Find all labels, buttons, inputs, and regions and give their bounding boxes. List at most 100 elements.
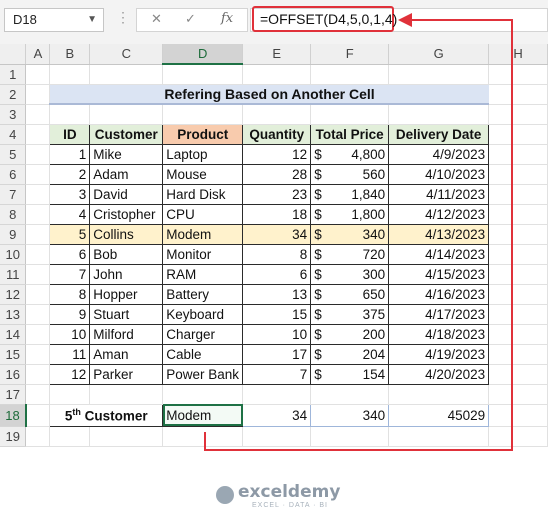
cell-a18[interactable] [25, 404, 51, 427]
cell-a19[interactable] [25, 426, 51, 447]
table-delivery-date[interactable]: 4/10/2023 [388, 163, 490, 185]
cancel-icon[interactable]: ✕ [151, 11, 162, 27]
row-header-12[interactable]: 12 [0, 284, 27, 305]
row-header-19[interactable]: 19 [0, 426, 27, 447]
table-product[interactable]: Battery [162, 283, 244, 305]
cell-a15[interactable] [25, 344, 51, 365]
cell-h17[interactable] [488, 384, 548, 405]
table-total-price[interactable]: $560 [310, 163, 390, 185]
table-delivery-date[interactable]: 4/19/2023 [388, 343, 490, 365]
table-product[interactable]: Power Bank [162, 363, 244, 385]
table-delivery-date[interactable]: 4/11/2023 [388, 183, 490, 205]
cell-d3[interactable] [162, 104, 244, 125]
table-quantity[interactable]: 18 [242, 203, 312, 225]
table-total-price[interactable]: $154 [310, 363, 390, 385]
enter-icon[interactable]: ✓ [185, 11, 196, 27]
row-header-8[interactable]: 8 [0, 204, 27, 225]
table-id[interactable]: 4 [49, 203, 91, 225]
table-customer[interactable]: Mike [89, 143, 164, 165]
table-quantity[interactable]: 12 [242, 143, 312, 165]
result-date-cell[interactable]: 45029 [388, 403, 490, 427]
table-quantity[interactable]: 10 [242, 323, 312, 345]
column-header-a[interactable]: A [25, 44, 51, 65]
cell-h4[interactable] [488, 124, 548, 145]
table-product[interactable]: Keyboard [162, 303, 244, 325]
column-header-b[interactable]: B [49, 44, 91, 65]
cell-f19[interactable] [310, 426, 390, 447]
cell-a14[interactable] [25, 324, 51, 345]
cell-a2[interactable] [25, 84, 51, 105]
table-customer[interactable]: David [89, 183, 164, 205]
table-product[interactable]: Mouse [162, 163, 244, 185]
cell-d1[interactable] [162, 64, 244, 85]
table-delivery-date[interactable]: 4/16/2023 [388, 283, 490, 305]
table-quantity[interactable]: 13 [242, 283, 312, 305]
row-header-13[interactable]: 13 [0, 304, 27, 325]
cell-a17[interactable] [25, 384, 51, 405]
cell-a1[interactable] [25, 64, 51, 85]
table-delivery-date[interactable]: 4/15/2023 [388, 263, 490, 285]
cell-g3[interactable] [388, 104, 490, 125]
table-quantity[interactable]: 6 [242, 263, 312, 285]
table-id[interactable]: 2 [49, 163, 91, 185]
cell-e19[interactable] [242, 426, 312, 447]
row-header-9[interactable]: 9 [0, 224, 27, 245]
cell-c3[interactable] [89, 104, 164, 125]
table-quantity[interactable]: 15 [242, 303, 312, 325]
table-id[interactable]: 11 [49, 343, 91, 365]
row-header-15[interactable]: 15 [0, 344, 27, 365]
cell-h3[interactable] [488, 104, 548, 125]
cell-a7[interactable] [25, 184, 51, 205]
result-price-cell[interactable]: 340 [310, 403, 390, 427]
column-header-g[interactable]: G [388, 44, 490, 65]
row-header-2[interactable]: 2 [0, 84, 27, 105]
cell-g19[interactable] [388, 426, 490, 447]
table-id[interactable]: 5 [49, 223, 91, 245]
table-total-price[interactable]: $720 [310, 243, 390, 265]
insert-function-icon[interactable]: fx [221, 11, 233, 26]
cell-h12[interactable] [488, 284, 548, 305]
table-customer[interactable]: Cristopher [89, 203, 164, 225]
column-header-d[interactable]: D [162, 44, 244, 65]
table-quantity[interactable]: 8 [242, 243, 312, 265]
cell-h16[interactable] [488, 364, 548, 385]
table-customer[interactable]: Collins [89, 223, 164, 245]
cell-a13[interactable] [25, 304, 51, 325]
column-header-f[interactable]: F [310, 44, 390, 65]
cell-g1[interactable] [388, 64, 490, 85]
cell-c1[interactable] [89, 64, 164, 85]
table-total-price[interactable]: $200 [310, 323, 390, 345]
name-box[interactable]: D18 ▼ [4, 8, 104, 32]
cell-f17[interactable] [310, 384, 390, 405]
cell-a5[interactable] [25, 144, 51, 165]
cell-h5[interactable] [488, 144, 548, 165]
table-delivery-date[interactable]: 4/12/2023 [388, 203, 490, 225]
table-total-price[interactable]: $300 [310, 263, 390, 285]
cell-h8[interactable] [488, 204, 548, 225]
table-customer[interactable]: Parker [89, 363, 164, 385]
cell-b3[interactable] [49, 104, 91, 125]
column-header-h[interactable]: H [488, 44, 548, 65]
cell-g17[interactable] [388, 384, 490, 405]
column-header-c[interactable]: C [89, 44, 164, 65]
cell-a9[interactable] [25, 224, 51, 245]
row-header-16[interactable]: 16 [0, 364, 27, 385]
cell-a6[interactable] [25, 164, 51, 185]
table-customer[interactable]: Aman [89, 343, 164, 365]
cell-h15[interactable] [488, 344, 548, 365]
table-product[interactable]: Monitor [162, 243, 244, 265]
table-customer[interactable]: Adam [89, 163, 164, 185]
table-product[interactable]: Laptop [162, 143, 244, 165]
table-id[interactable]: 6 [49, 243, 91, 265]
table-product[interactable]: Modem [162, 223, 244, 245]
cell-c17[interactable] [89, 384, 164, 405]
table-total-price[interactable]: $1,840 [310, 183, 390, 205]
cell-e1[interactable] [242, 64, 312, 85]
table-product[interactable]: Charger [162, 323, 244, 345]
table-delivery-date[interactable]: 4/9/2023 [388, 143, 490, 165]
table-id[interactable]: 12 [49, 363, 91, 385]
more-options-icon[interactable]: ⋮ [116, 9, 130, 26]
table-customer[interactable]: Milford [89, 323, 164, 345]
cell-h10[interactable] [488, 244, 548, 265]
cell-h18[interactable] [488, 404, 548, 427]
